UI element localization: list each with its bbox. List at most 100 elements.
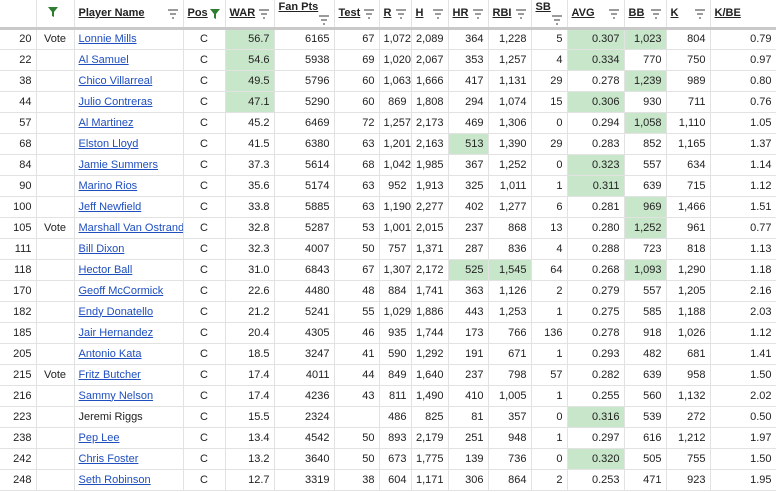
player-name-cell[interactable]: Al Martinez bbox=[74, 112, 184, 134]
k-cell: 715 bbox=[666, 175, 711, 197]
filter-icon[interactable] bbox=[608, 8, 620, 20]
rank-cell: 170 bbox=[0, 280, 37, 302]
header-avg[interactable]: AVG bbox=[567, 0, 625, 30]
player-name-cell[interactable]: Marino Rios bbox=[74, 175, 184, 197]
player-name-cell[interactable]: Hector Ball bbox=[74, 259, 184, 281]
header-rbi[interactable]: RBI bbox=[488, 0, 532, 30]
bb-cell: 1,239 bbox=[624, 70, 667, 92]
r-cell: 1,307 bbox=[379, 259, 412, 281]
filter-icon[interactable] bbox=[515, 8, 527, 20]
table-row: 185 Jair Hernandez C 20.4 4305 46 935 1,744 173 7… bbox=[0, 322, 776, 344]
header-h[interactable]: H bbox=[411, 0, 449, 30]
avg-cell: 0.255 bbox=[567, 385, 625, 407]
header-h-label[interactable]: H bbox=[416, 7, 424, 19]
test-cell: 50 bbox=[334, 427, 380, 449]
player-name-cell[interactable]: Julio Contreras bbox=[74, 91, 184, 113]
header-fan-pts[interactable]: Fan Pts bbox=[274, 0, 335, 30]
player-name-cell[interactable]: Seth Robinson bbox=[74, 469, 184, 491]
header-war[interactable]: WAR bbox=[225, 0, 275, 30]
player-name-cell[interactable]: Chris Foster bbox=[74, 448, 184, 470]
bb-cell: 1,023 bbox=[624, 28, 667, 50]
vote-cell[interactable]: Vote bbox=[36, 28, 75, 50]
war-cell: 33.8 bbox=[225, 196, 275, 218]
header-k-label[interactable]: K bbox=[671, 7, 679, 19]
header-bb[interactable]: BB bbox=[624, 0, 667, 30]
vote-cell[interactable]: Vote bbox=[36, 364, 75, 386]
vote-cell bbox=[36, 133, 75, 155]
header-pos-label[interactable]: Pos bbox=[188, 7, 208, 19]
header-bb-label[interactable]: BB bbox=[629, 7, 645, 19]
header-k[interactable]: K bbox=[666, 0, 711, 30]
r-cell: 849 bbox=[379, 364, 412, 386]
header-avg-label[interactable]: AVG bbox=[572, 7, 595, 19]
header-player-name[interactable]: Player Name bbox=[74, 0, 184, 30]
player-name-cell[interactable]: Chico Villarreal bbox=[74, 70, 184, 92]
player-name-cell[interactable]: Lonnie Mills bbox=[74, 28, 184, 50]
hr-cell: 139 bbox=[448, 448, 489, 470]
hr-cell: 353 bbox=[448, 49, 489, 71]
rank-cell: 216 bbox=[0, 385, 37, 407]
filter-icon[interactable] bbox=[167, 8, 179, 20]
header-fan-pts-label[interactable]: Fan Pts bbox=[279, 1, 319, 13]
header-test-label[interactable]: Test bbox=[339, 7, 361, 19]
filter-icon[interactable] bbox=[472, 8, 484, 20]
header-war-label[interactable]: WAR bbox=[230, 7, 256, 19]
player-name-cell[interactable]: Endy Donatello bbox=[74, 301, 184, 323]
pos-cell: C bbox=[183, 133, 226, 155]
table-row: 105 Vote Marshall Van Ostrand C 32.8 5287 53 1,… bbox=[0, 217, 776, 239]
filter-icon[interactable] bbox=[363, 8, 375, 20]
header-hr[interactable]: HR bbox=[448, 0, 489, 30]
header-hr-label[interactable]: HR bbox=[453, 7, 469, 19]
player-name-cell[interactable]: Geoff McCormick bbox=[74, 280, 184, 302]
hr-cell: 364 bbox=[448, 28, 489, 50]
header-sb[interactable]: SB bbox=[531, 0, 568, 30]
player-name-cell[interactable]: Jamie Summers bbox=[74, 154, 184, 176]
vote-cell[interactable]: Vote bbox=[36, 217, 75, 239]
header-r-label[interactable]: R bbox=[384, 7, 392, 19]
k-bb-cell: 2.03 bbox=[710, 301, 776, 323]
rbi-cell: 864 bbox=[488, 469, 532, 491]
player-name-cell[interactable]: Fritz Butcher bbox=[74, 364, 184, 386]
war-cell: 56.7 bbox=[225, 28, 275, 50]
hr-cell: 306 bbox=[448, 469, 489, 491]
table-row: 90 Marino Rios C 35.6 5174 63 952 1,913 325 1,011… bbox=[0, 175, 776, 197]
header-vote[interactable] bbox=[36, 0, 75, 30]
player-name-cell[interactable]: Elston Lloyd bbox=[74, 133, 184, 155]
filter-icon[interactable] bbox=[551, 14, 563, 26]
filter-active-icon[interactable] bbox=[209, 8, 221, 20]
player-name-cell[interactable]: Bill Dixon bbox=[74, 238, 184, 260]
player-name-cell[interactable]: Pep Lee bbox=[74, 427, 184, 449]
fan-pts-cell: 5241 bbox=[274, 301, 335, 323]
header-r[interactable]: R bbox=[379, 0, 412, 30]
filter-icon[interactable] bbox=[432, 8, 444, 20]
h-cell: 1,886 bbox=[411, 301, 449, 323]
avg-cell: 0.293 bbox=[567, 343, 625, 365]
header-rbi-label[interactable]: RBI bbox=[493, 7, 512, 19]
h-cell: 1,666 bbox=[411, 70, 449, 92]
header-k-bb-label[interactable]: K/BE bbox=[715, 7, 741, 19]
header-sb-label[interactable]: SB bbox=[536, 1, 551, 13]
war-cell: 12.7 bbox=[225, 469, 275, 491]
rank-cell: 111 bbox=[0, 238, 37, 260]
filter-icon[interactable] bbox=[258, 8, 270, 20]
r-cell: 869 bbox=[379, 91, 412, 113]
r-cell: 1,190 bbox=[379, 196, 412, 218]
filter-icon[interactable] bbox=[318, 14, 330, 26]
player-name-cell[interactable]: Jair Hernandez bbox=[74, 322, 184, 344]
filter-icon[interactable] bbox=[650, 8, 662, 20]
player-name-cell[interactable]: Antonio Kata bbox=[74, 343, 184, 365]
player-name-cell[interactable]: Sammy Nelson bbox=[74, 385, 184, 407]
header-k-bb[interactable]: K/BE bbox=[710, 0, 776, 30]
player-name-cell[interactable]: Marshall Van Ostrand bbox=[74, 217, 184, 239]
table-row: 215 Vote Fritz Butcher C 17.4 4011 44 849 1,640 2… bbox=[0, 364, 776, 386]
filter-icon[interactable] bbox=[395, 8, 407, 20]
filter-icon[interactable] bbox=[694, 8, 706, 20]
player-name-cell[interactable]: Jeff Newfield bbox=[74, 196, 184, 218]
k-cell: 750 bbox=[666, 49, 711, 71]
header-player-name-label[interactable]: Player Name bbox=[79, 7, 145, 19]
rank-cell: 248 bbox=[0, 469, 37, 491]
filter-active-icon[interactable] bbox=[47, 6, 59, 18]
header-test[interactable]: Test bbox=[334, 0, 380, 30]
player-name-cell[interactable]: Al Samuel bbox=[74, 49, 184, 71]
header-pos[interactable]: Pos bbox=[183, 0, 226, 30]
